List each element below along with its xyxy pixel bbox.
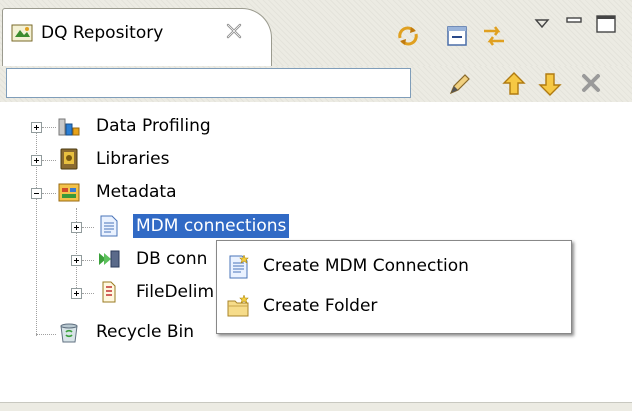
new-folder-icon	[227, 294, 251, 319]
collapse-icon[interactable]	[31, 188, 42, 199]
repository-icon	[11, 23, 33, 43]
library-icon	[58, 148, 80, 170]
context-menu: Create MDM Connection Create Folder	[216, 240, 572, 334]
move-up-icon[interactable]	[500, 70, 528, 98]
expand-icon[interactable]	[31, 122, 42, 133]
menu-item-label: Create MDM Connection	[263, 256, 469, 276]
sync-icon[interactable]	[394, 22, 422, 50]
delete-icon[interactable]	[578, 70, 606, 98]
new-connection-icon	[227, 254, 251, 279]
minimize-icon[interactable]	[564, 14, 592, 42]
filter-toolbar	[0, 66, 632, 102]
link-with-editor-icon[interactable]	[480, 22, 508, 50]
menu-item-create-folder[interactable]: Create Folder	[219, 289, 567, 325]
tree-item-label: Metadata	[96, 182, 177, 202]
database-connection-icon	[98, 248, 120, 270]
expand-icon[interactable]	[71, 288, 82, 299]
file-delimited-icon	[98, 281, 120, 303]
tree-item-label: Recycle Bin	[96, 322, 195, 342]
document-icon	[98, 215, 120, 237]
move-down-icon[interactable]	[536, 70, 564, 98]
metadata-icon	[58, 181, 80, 203]
tab-title: DQ Repository	[41, 23, 164, 43]
filter-input[interactable]	[6, 68, 411, 98]
tree-item-label: Libraries	[96, 149, 170, 169]
view-menu-icon[interactable]	[532, 16, 560, 44]
view-tab-bar: DQ Repository	[0, 0, 632, 67]
expand-icon[interactable]	[71, 255, 82, 266]
tree-item-label: MDM connections	[133, 214, 290, 238]
collapse-all-icon[interactable]	[444, 22, 472, 50]
expand-icon[interactable]	[31, 155, 42, 166]
tree-item-label: DB conn	[136, 249, 208, 269]
tab-dq-repository[interactable]: DQ Repository	[2, 8, 272, 67]
tree-connector	[76, 208, 77, 294]
recycle-bin-icon	[58, 321, 80, 343]
menu-item-create-mdm-connection[interactable]: Create MDM Connection	[219, 249, 567, 285]
tree-item-label: FileDelim	[136, 282, 215, 302]
close-icon[interactable]	[225, 22, 243, 40]
pen-icon[interactable]	[446, 70, 474, 98]
maximize-icon[interactable]	[594, 14, 622, 42]
menu-item-label: Create Folder	[263, 296, 378, 316]
expand-icon[interactable]	[71, 222, 82, 233]
data-profiling-icon	[58, 115, 80, 137]
tree-item-label: Data Profiling	[96, 116, 211, 136]
